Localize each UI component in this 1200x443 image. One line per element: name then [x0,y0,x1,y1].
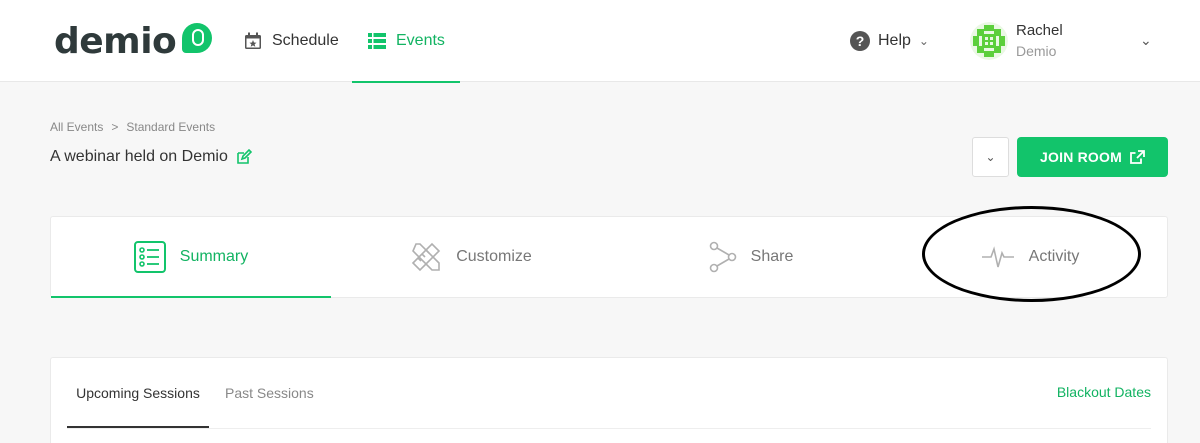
tab-share[interactable]: Share [611,217,891,297]
join-room-label: JOIN ROOM [1040,149,1122,165]
user-org: Demio [1016,43,1057,59]
tab-summary-label: Summary [179,248,249,265]
breadcrumb: All Events > Standard Events [50,120,215,134]
calendar-icon [245,32,261,49]
event-title-text: A webinar held on Demio [50,148,228,165]
more-options-dropdown-button[interactable]: ⌄ [972,137,1009,177]
external-link-icon [1130,149,1145,164]
tab-customize[interactable]: Customize [331,217,611,297]
share-icon [709,241,736,273]
event-tabs: Summary Customize Share Activity [50,216,1168,298]
help-label: Help [878,32,911,49]
nav-events[interactable]: Events [352,0,460,83]
pencil-ruler-icon [412,242,441,272]
blackout-dates-link[interactable]: Blackout Dates [1057,384,1151,400]
join-room-button[interactable]: JOIN ROOM [1017,137,1168,177]
tab-past-sessions[interactable]: Past Sessions [225,358,314,428]
logo-mark-icon [182,23,213,53]
tab-share-label: Share [750,248,794,265]
tab-activity[interactable]: Activity [891,217,1169,297]
breadcrumb-all-events[interactable]: All Events [50,120,103,134]
divider [67,428,1151,429]
help-menu[interactable]: ? Help ⌄ [850,0,929,82]
tab-summary[interactable]: Summary [51,217,331,298]
chevron-down-icon: ⌄ [985,150,996,164]
list-icon [368,33,386,49]
tab-upcoming-sessions[interactable]: Upcoming Sessions [67,358,209,428]
user-info: Rachel Demio [1016,21,1063,61]
top-navigation-bar: demio Schedule Events ? Help ⌄ Rachel De… [0,0,1200,83]
nav-schedule[interactable]: Schedule [244,0,339,82]
chevron-down-icon: ⌄ [918,34,929,48]
demio-logo[interactable]: demio [54,21,213,62]
breadcrumb-separator: > [111,120,119,134]
nav-schedule-label: Schedule [272,32,339,49]
question-icon: ? [850,31,870,51]
tab-customize-label: Customize [456,248,532,265]
checklist-icon [133,241,166,273]
breadcrumb-standard-events[interactable]: Standard Events [126,120,215,134]
pulse-icon [981,246,1014,268]
avatar [970,22,1008,60]
tab-activity-label: Activity [1028,248,1080,265]
nav-events-label: Events [396,32,445,49]
event-title: A webinar held on Demio [50,148,252,166]
user-menu[interactable]: Rachel Demio [970,20,1063,62]
edit-icon[interactable] [236,149,252,165]
logo-text: demio [54,21,177,62]
user-name: Rachel [1016,22,1063,39]
sessions-panel: Upcoming Sessions Past Sessions Blackout… [50,357,1168,443]
user-chevron-down-icon[interactable]: ⌄ [1140,32,1152,49]
